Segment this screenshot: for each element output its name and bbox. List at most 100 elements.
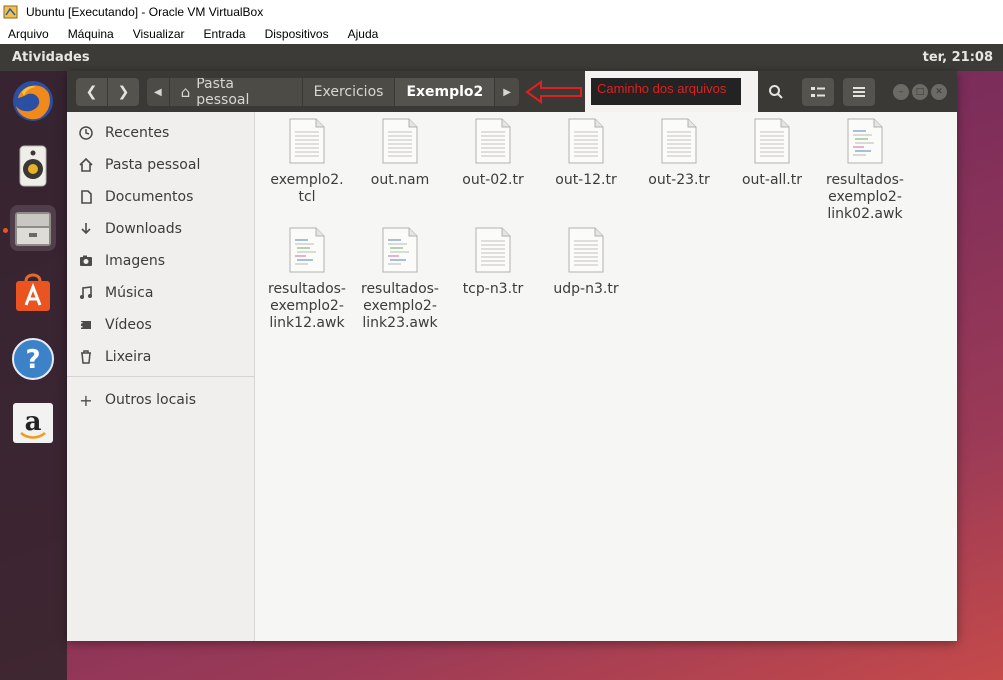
document-icon (78, 189, 94, 205)
text-file-icon (288, 118, 326, 164)
file-item[interactable]: udp-n3.tr (541, 227, 631, 298)
sidebar-item-pasta-pessoal[interactable]: Pasta pessoal (67, 149, 255, 181)
file-item[interactable]: out-all.tr (727, 118, 817, 189)
file-item[interactable]: resultados-exemplo2- link12.awk (262, 227, 352, 332)
sidebar-item-musica[interactable]: Música (67, 277, 255, 309)
menu-ajuda[interactable]: Ajuda (348, 27, 379, 41)
firefox-icon[interactable] (10, 78, 56, 124)
annotation-arrow-icon (525, 80, 582, 104)
amazon-icon[interactable]: a (10, 400, 56, 446)
minimize-icon: – (898, 87, 904, 97)
trash-icon (78, 349, 94, 365)
path-exercicios-button[interactable]: Exercicios (303, 78, 396, 106)
download-icon (78, 221, 94, 237)
sidebar-item-documentos[interactable]: Documentos (67, 181, 255, 213)
clock-icon (78, 125, 94, 141)
sidebar-item-label: Downloads (105, 221, 182, 237)
file-item[interactable]: out-12.tr (541, 118, 631, 189)
sidebar-item-label: Recentes (105, 125, 170, 141)
file-item[interactable]: out.nam (355, 118, 445, 189)
sidebar-item-label: Pasta pessoal (105, 157, 201, 173)
header-bar: ❮ ❯ ◀ ⌂ Pasta pessoal Exercicios Exemplo… (67, 71, 957, 112)
hamburger-icon (853, 87, 865, 97)
virtualbox-icon (3, 4, 19, 20)
file-item[interactable]: out-23.tr (634, 118, 724, 189)
menu-visualizar[interactable]: Visualizar (133, 27, 185, 41)
file-name: out.nam (370, 172, 430, 188)
list-view-icon (811, 87, 825, 97)
video-icon (78, 317, 94, 333)
sidebar-item-label: Vídeos (105, 317, 152, 333)
file-item[interactable]: tcp-n3.tr (448, 227, 538, 298)
file-name: out-02.tr (462, 172, 524, 188)
sidebar-item-videos[interactable]: Vídeos (67, 309, 255, 341)
menu-button[interactable] (843, 78, 875, 106)
rhythmbox-icon[interactable] (10, 143, 56, 189)
window-title: Ubuntu [Executando] - Oracle VM VirtualB… (26, 4, 264, 19)
sidebar-item-label: Lixeira (105, 349, 152, 365)
path-current-label: Exemplo2 (406, 84, 484, 100)
script-file-icon (381, 227, 419, 273)
sidebar-item-label: Música (105, 285, 154, 301)
plus-icon: + (79, 390, 93, 410)
virtualbox-menubar: Arquivo Máquina Visualizar Entrada Dispo… (0, 23, 1003, 44)
path-home-button[interactable]: ⌂ Pasta pessoal (170, 78, 303, 106)
text-file-icon (660, 118, 698, 164)
chevron-right-icon: ❯ (117, 84, 130, 100)
clock[interactable]: ter, 21:08 (923, 50, 993, 65)
view-toggle-button[interactable] (802, 78, 834, 106)
path-scroll-left-button[interactable]: ◀ (147, 78, 170, 106)
minimize-button[interactable]: – (893, 84, 909, 100)
annotation-label: Caminho dos arquivos (597, 81, 727, 96)
file-name: out-23.tr (648, 172, 710, 188)
file-name: out-12.tr (555, 172, 617, 188)
file-item[interactable]: out-02.tr (448, 118, 538, 189)
places-sidebar: Recentes Pasta pessoal Documentos Downlo… (67, 112, 255, 641)
menu-maquina[interactable]: Máquina (68, 27, 114, 41)
home-icon: ⌂ (180, 83, 191, 101)
file-name: udp-n3.tr (553, 281, 619, 297)
file-name: resultados-exemplo2- link02.awk (826, 172, 904, 222)
maximize-button[interactable]: □ (912, 84, 928, 100)
sidebar-item-recentes[interactable]: Recentes (67, 117, 255, 149)
menu-arquivo[interactable]: Arquivo (8, 27, 49, 41)
help-icon[interactable]: ? (10, 336, 56, 382)
file-name: tcp-n3.tr (462, 281, 524, 297)
path-current-button[interactable]: Exemplo2 (395, 78, 496, 106)
sidebar-item-imagens[interactable]: Imagens (67, 245, 255, 277)
activities-button[interactable]: Atividades (12, 50, 90, 65)
path-bar: ◀ ⌂ Pasta pessoal Exercicios Exemplo2 ▶ (147, 78, 519, 106)
file-item[interactable]: resultados-exemplo2- link23.awk (355, 227, 445, 332)
file-item[interactable]: resultados-exemplo2- link02.awk (820, 118, 910, 223)
text-file-icon (753, 118, 791, 164)
text-file-icon (381, 118, 419, 164)
menu-dispositivos[interactable]: Dispositivos (265, 27, 329, 41)
running-indicator (3, 228, 8, 233)
back-button[interactable]: ❮ (76, 78, 107, 106)
sidebar-item-downloads[interactable]: Downloads (67, 213, 255, 245)
sidebar-item-lixeira[interactable]: Lixeira (67, 341, 255, 373)
software-center-icon[interactable] (10, 269, 56, 315)
menu-entrada[interactable]: Entrada (204, 27, 246, 41)
search-button[interactable] (761, 78, 791, 106)
path-scroll-right-button[interactable]: ▶ (495, 78, 519, 106)
sidebar-item-label: Outros locais (105, 392, 197, 408)
svg-text:?: ? (25, 345, 40, 375)
sidebar-item-outros-locais[interactable]: + Outros locais (67, 384, 255, 416)
virtualbox-title-bar: Ubuntu [Executando] - Oracle VM VirtualB… (0, 0, 1003, 23)
chevron-left-icon: ❮ (85, 84, 98, 100)
text-file-icon (474, 118, 512, 164)
file-name: out-all.tr (741, 172, 803, 188)
svg-text:a: a (25, 407, 42, 437)
file-item[interactable]: exemplo2. tcl (262, 118, 352, 206)
file-name: exemplo2. tcl (270, 172, 344, 205)
files-icon[interactable] (10, 205, 56, 251)
forward-button[interactable]: ❯ (108, 78, 139, 106)
close-button[interactable]: ✕ (931, 84, 947, 100)
text-file-icon (474, 227, 512, 273)
file-name: resultados-exemplo2- link12.awk (268, 281, 346, 331)
sidebar-divider (67, 376, 255, 377)
text-file-icon (567, 118, 605, 164)
path-home-label: Pasta pessoal (196, 78, 250, 106)
music-icon (78, 285, 94, 301)
